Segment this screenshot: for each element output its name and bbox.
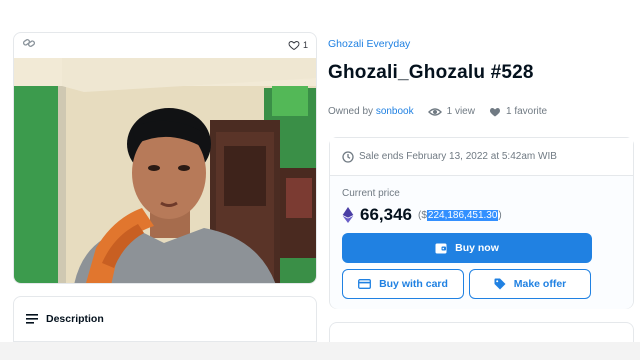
views-count: 1 view <box>446 106 475 117</box>
buy-now-label: Buy now <box>455 242 499 254</box>
buy-with-card-label: Buy with card <box>379 278 448 290</box>
item-meta: Owned by sonbook 1 view 1 favorite <box>328 106 547 117</box>
favorites-count: 1 favorite <box>505 106 548 117</box>
secondary-actions: Buy with card Make offer <box>342 269 621 299</box>
price-area: Current price 66,346 ($224,186,451.30) B… <box>330 176 633 309</box>
collection-link[interactable]: Ghozali Everyday <box>328 38 410 50</box>
owner-link[interactable]: sonbook <box>376 106 414 117</box>
bottom-strip <box>0 342 640 360</box>
description-panel[interactable]: Description <box>13 296 317 342</box>
sale-ends: Sale ends February 13, 2022 at 5:42am WI… <box>330 138 633 176</box>
buy-with-card-button[interactable]: Buy with card <box>342 269 464 299</box>
buy-now-button[interactable]: Buy now <box>342 233 592 263</box>
sale-ends-text: Sale ends February 13, 2022 at 5:42am WI… <box>359 151 557 162</box>
eth-icon <box>342 207 354 223</box>
wallet-icon <box>435 243 447 253</box>
owned-by-label: Owned by <box>328 106 374 117</box>
sale-panel: Sale ends February 13, 2022 at 5:42am WI… <box>329 137 634 309</box>
owner-info: Owned by sonbook <box>328 106 414 117</box>
views-stat: 1 view <box>427 106 475 117</box>
item-title: Ghozali_Ghozalu #528 <box>328 62 534 83</box>
usd-suffix: ) <box>498 209 502 221</box>
price-row: 66,346 ($224,186,451.30) <box>342 205 621 225</box>
item-image-card: 1 <box>13 32 317 284</box>
current-price-label: Current price <box>342 188 400 199</box>
heart-outline-icon <box>288 40 300 51</box>
chain-icon <box>22 36 36 55</box>
price-usd: ($224,186,451.30) <box>418 209 502 221</box>
description-label: Description <box>46 313 104 325</box>
favorites-stat[interactable]: 1 favorite <box>489 106 547 117</box>
heart-filled-icon <box>489 108 500 117</box>
make-offer-label: Make offer <box>513 278 567 290</box>
nft-photo[interactable] <box>14 58 317 284</box>
price-eth: 66,346 <box>360 205 412 224</box>
eye-icon <box>427 107 442 116</box>
tag-icon <box>494 278 506 290</box>
usd-prefix: ($ <box>418 209 427 221</box>
lines-icon <box>26 314 38 324</box>
make-offer-button[interactable]: Make offer <box>469 269 591 299</box>
card-header: 1 <box>14 33 316 57</box>
card-icon <box>358 279 372 289</box>
clock-icon <box>342 150 354 163</box>
favorite-count: 1 <box>302 40 308 50</box>
usd-value[interactable]: 224,186,451.30 <box>426 209 499 221</box>
favorite-button[interactable]: 1 <box>288 39 308 51</box>
